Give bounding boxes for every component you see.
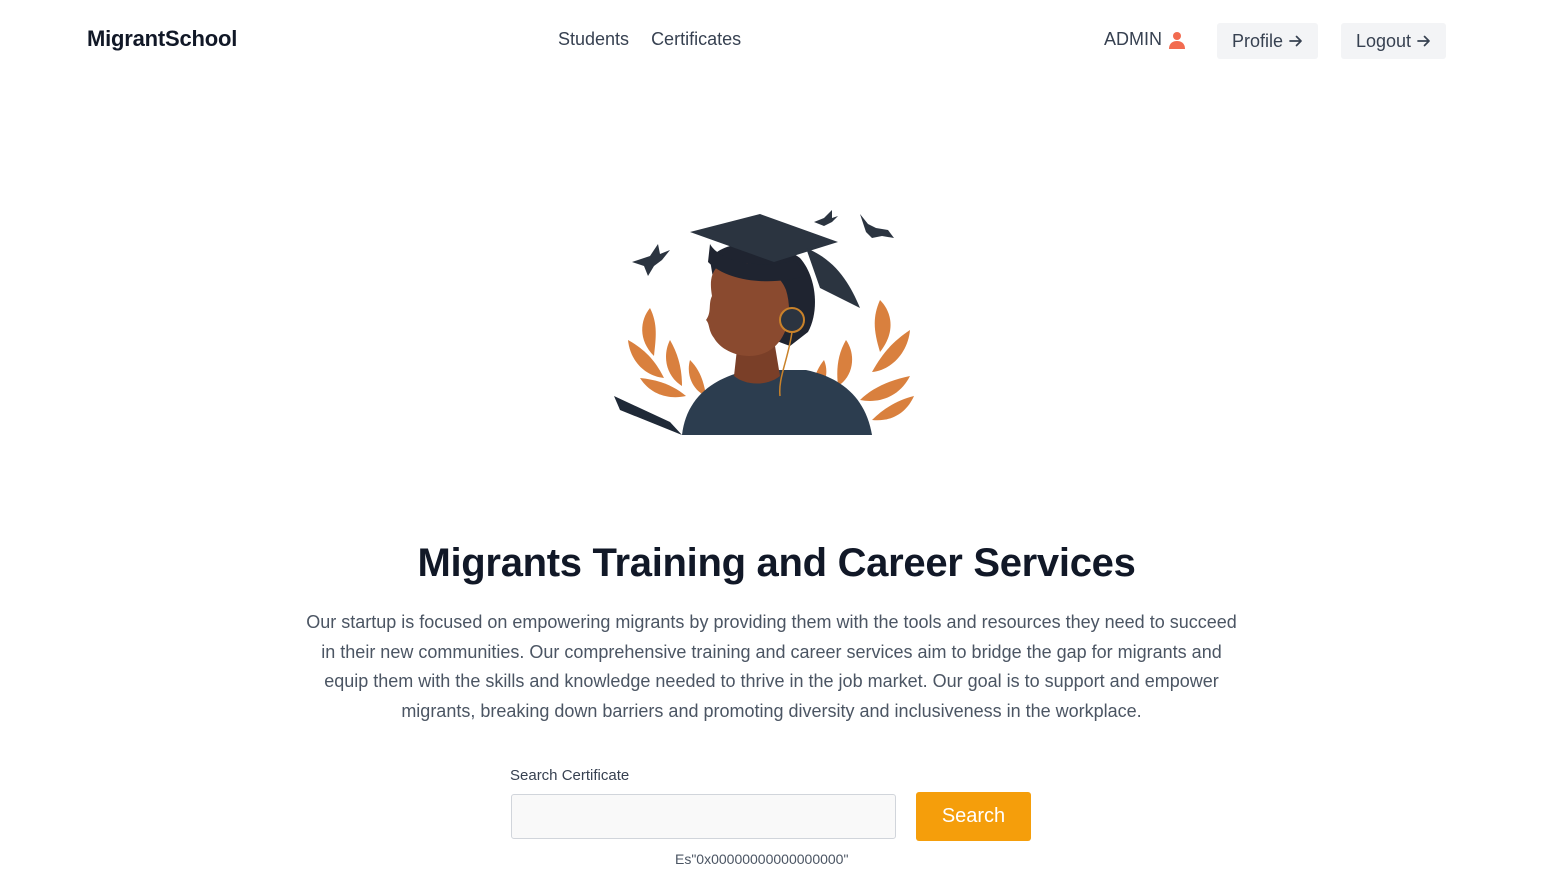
profile-button-label: Profile [1231, 30, 1284, 51]
search-certificate-label: Search Certificate [510, 767, 630, 784]
hero-title: Migrants Training and Career Services [417, 541, 1136, 585]
logout-button-label: Logout [1355, 30, 1412, 51]
top-navbar: MigrantSchool Students Certificates ADMI… [0, 0, 1553, 80]
hero-illustration [614, 210, 914, 435]
arrow-right-icon [1417, 35, 1430, 47]
brand-logo[interactable]: MigrantSchool [87, 26, 237, 52]
profile-button[interactable]: Profile [1217, 23, 1318, 59]
arrow-right-icon [1289, 35, 1302, 47]
search-button[interactable]: Search [916, 792, 1031, 841]
user-indicator: ADMIN [1104, 29, 1186, 50]
nav-link-certificates[interactable]: Certificates [651, 29, 741, 50]
user-role-label: ADMIN [1104, 29, 1162, 49]
main-nav: Students Certificates [558, 29, 741, 50]
search-hint-text: Es"0x00000000000000000" [675, 851, 849, 867]
nav-link-students[interactable]: Students [558, 29, 629, 50]
hero-description: Our startup is focused on empowering mig… [306, 612, 1237, 721]
logout-button[interactable]: Logout [1341, 23, 1446, 59]
user-icon [1169, 31, 1185, 49]
certificate-search-input[interactable] [511, 794, 896, 839]
